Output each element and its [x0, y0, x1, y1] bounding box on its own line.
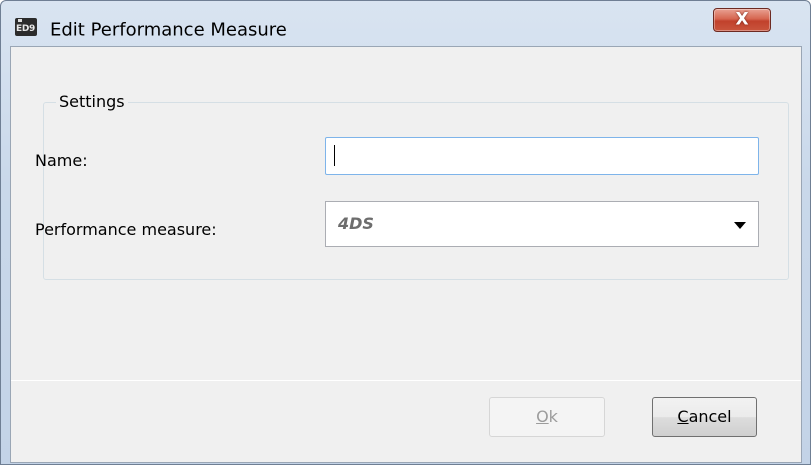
- name-label: Name:: [35, 151, 88, 170]
- ok-accel-key: O: [536, 407, 549, 426]
- title-bar[interactable]: ED9 Edit Performance Measure X: [1, 1, 810, 41]
- dialog-body: Settings Name: Performance measure: 4DS …: [10, 46, 802, 463]
- cancel-button[interactable]: Cancel: [652, 397, 757, 437]
- dialog-window: ED9 Edit Performance Measure X Settings …: [0, 0, 811, 465]
- app-icon-text: ED9: [16, 24, 35, 34]
- name-input[interactable]: [325, 137, 759, 175]
- performance-measure-value: 4DS: [338, 214, 374, 233]
- text-caret: [334, 145, 335, 166]
- settings-group-title: Settings: [56, 92, 128, 111]
- close-button[interactable]: X: [713, 8, 771, 32]
- ok-button[interactable]: Ok: [489, 397, 605, 437]
- app-icon-mark: [18, 19, 22, 22]
- performance-measure-dropdown[interactable]: 4DS: [325, 201, 759, 247]
- settings-groupbox: Settings: [43, 92, 789, 280]
- footer-separator: [11, 380, 801, 381]
- dropdown-arrow-icon[interactable]: [734, 222, 746, 229]
- ed9-app-icon: ED9: [15, 18, 37, 36]
- performance-measure-label: Performance measure:: [35, 220, 217, 239]
- close-icon: X: [735, 9, 749, 30]
- cancel-accel-key: C: [677, 407, 689, 426]
- ok-label-rest: k: [548, 407, 558, 426]
- cancel-label-rest: ancel: [688, 407, 732, 426]
- window-title: Edit Performance Measure: [50, 19, 287, 41]
